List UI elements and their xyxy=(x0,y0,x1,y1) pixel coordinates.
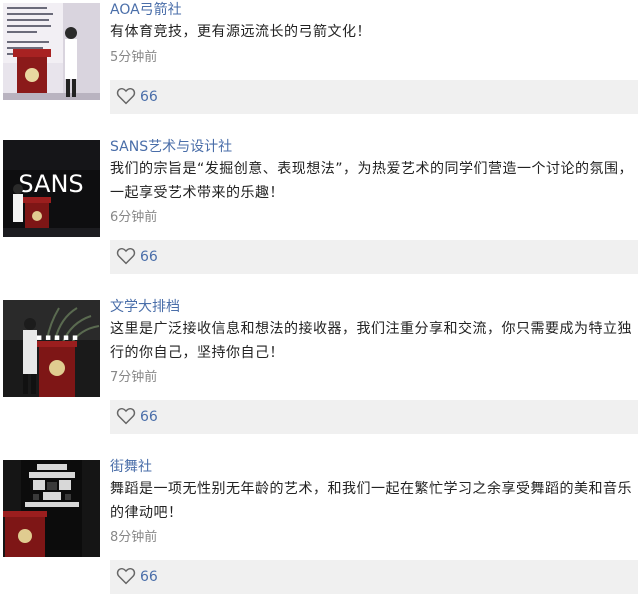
like-bar: 66 xyxy=(110,80,638,114)
svg-text:▪ ▪ ▪ ▪ ▪: ▪ ▪ ▪ ▪ ▪ xyxy=(36,333,78,343)
like-bar: 66 xyxy=(110,560,638,594)
feed-post: 街舞社 舞蹈是一项无性别无年龄的艺术，和我们一起在繁忙学习之余享受舞蹈的美和音乐… xyxy=(0,457,641,597)
post-thumbnail[interactable] xyxy=(3,460,100,557)
post-timestamp: 6分钟前 xyxy=(110,210,158,225)
post-title[interactable]: 街舞社 xyxy=(110,457,152,477)
post-description: 我们的宗旨是“发掘创意、表现想法”，为热爱艺术的同学们营造一个讨论的氛围，一起享… xyxy=(110,161,634,201)
like-count: 66 xyxy=(140,569,158,585)
like-count: 66 xyxy=(140,89,158,105)
post-thumbnail[interactable] xyxy=(3,3,100,100)
post-title[interactable]: SANS艺术与设计社 xyxy=(110,137,232,157)
feed-post: AOA弓箭社 有体育竞技，更有源远流长的弓箭文化！ 5分钟前 66 xyxy=(0,0,641,140)
post-timestamp: 5分钟前 xyxy=(110,50,158,65)
post-timestamp: 7分钟前 xyxy=(110,370,158,385)
heart-outline-icon[interactable] xyxy=(116,567,136,585)
feed-post: ▪ ▪ ▪ ▪ ▪ 文学大排档 这里是广泛接收信息和想法的接收器，我们注重分享和… xyxy=(0,297,641,437)
heart-outline-icon[interactable] xyxy=(116,247,136,265)
post-description: 这里是广泛接收信息和想法的接收器，我们注重分享和交流，你只需要成为特立独行的你自… xyxy=(110,321,632,361)
feed-post: SANS SANS艺术与设计社 我们的宗旨是“发掘创意、表现想法”，为热爱艺术的… xyxy=(0,137,641,277)
like-bar: 66 xyxy=(110,400,638,434)
heart-outline-icon[interactable] xyxy=(116,407,136,425)
heart-outline-icon[interactable] xyxy=(116,87,136,105)
like-count: 66 xyxy=(140,409,158,425)
post-thumbnail[interactable]: SANS xyxy=(3,140,100,237)
post-description: 舞蹈是一项无性别无年龄的艺术，和我们一起在繁忙学习之余享受舞蹈的美和音乐的律动吧… xyxy=(110,481,632,521)
thumbnail-logo-text: SANS xyxy=(18,170,83,198)
like-bar: 66 xyxy=(110,240,638,274)
post-title[interactable]: 文学大排档 xyxy=(110,297,180,317)
post-thumbnail[interactable]: ▪ ▪ ▪ ▪ ▪ xyxy=(3,300,100,397)
post-description: 有体育竞技，更有源远流长的弓箭文化！ xyxy=(110,24,371,40)
post-timestamp: 8分钟前 xyxy=(110,530,158,545)
like-count: 66 xyxy=(140,249,158,265)
post-title[interactable]: AOA弓箭社 xyxy=(110,0,182,20)
club-feed: AOA弓箭社 有体育竞技，更有源远流长的弓箭文化！ 5分钟前 66 SANS S… xyxy=(0,0,641,604)
